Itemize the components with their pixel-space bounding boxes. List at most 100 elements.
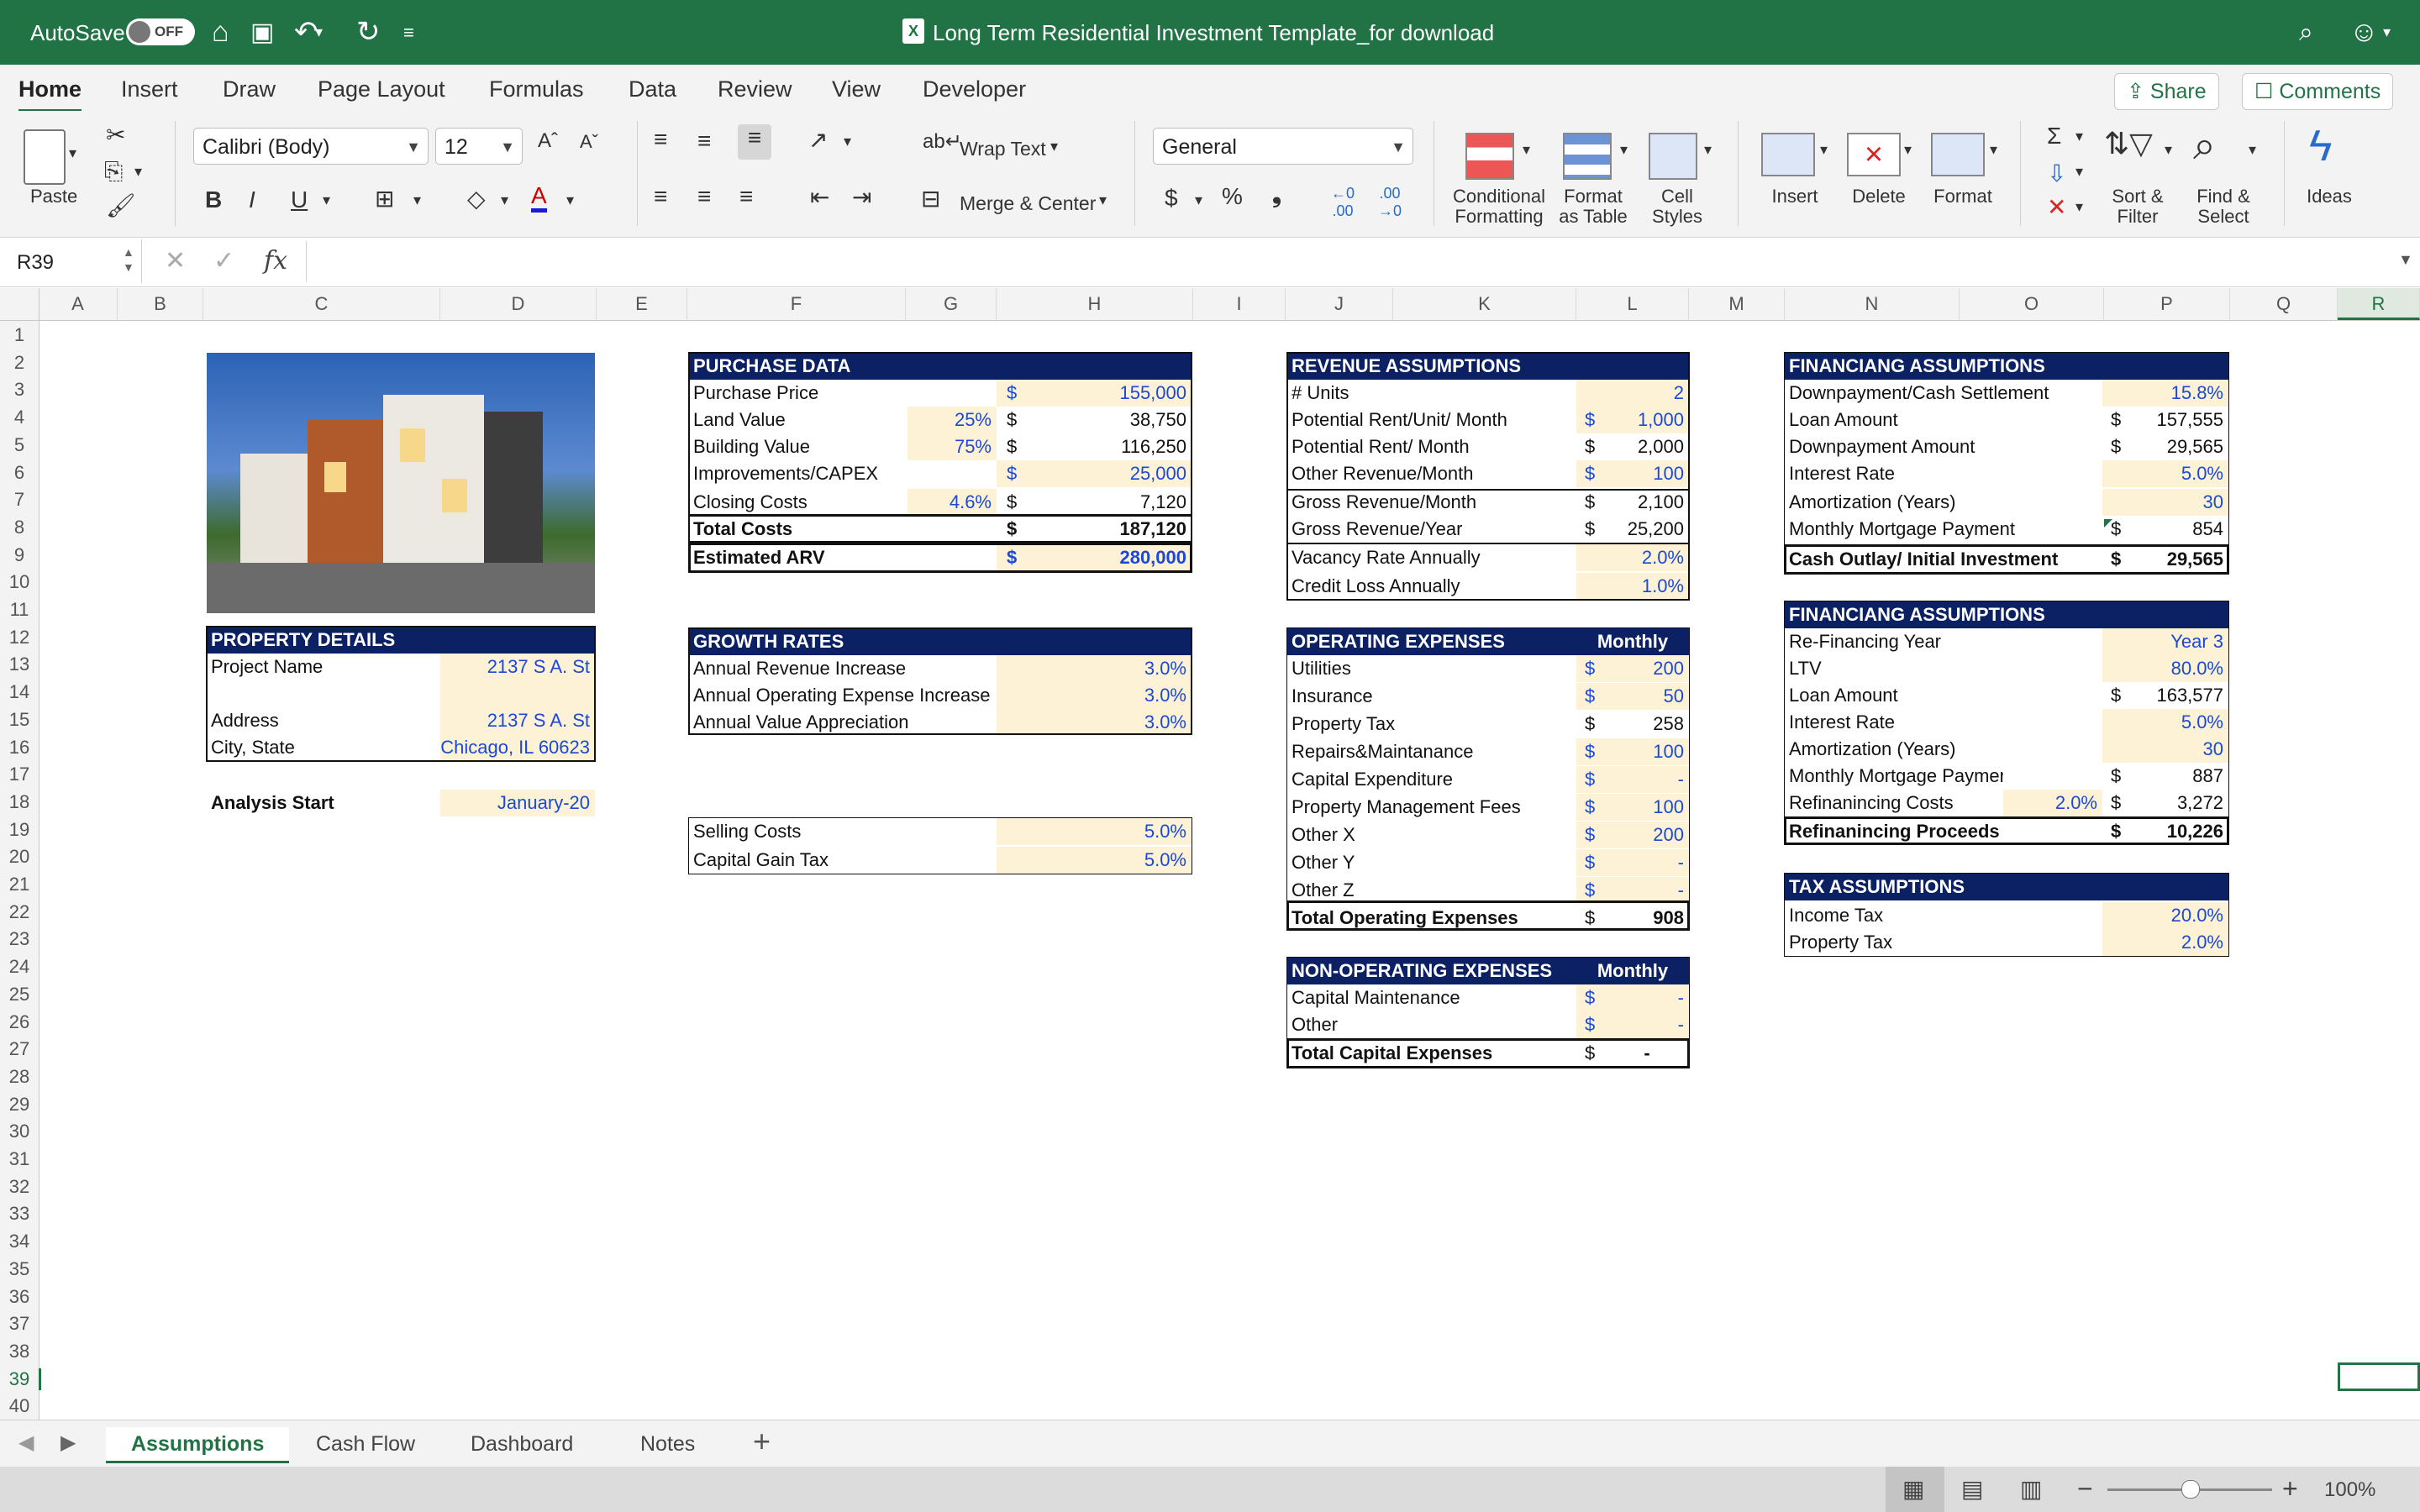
merge-center-label[interactable]: Merge & Center — [960, 193, 1096, 213]
row-header[interactable]: 8 — [0, 517, 39, 538]
selected-cell-r39[interactable] — [2338, 1362, 2420, 1391]
decrease-font-size-icon[interactable]: Aˇ — [580, 131, 598, 153]
column-header[interactable]: H — [997, 288, 1193, 320]
orientation-icon[interactable]: ↗ — [808, 126, 828, 154]
row-header[interactable]: 15 — [0, 709, 39, 731]
row-header[interactable]: 32 — [0, 1176, 39, 1198]
row-header[interactable]: 29 — [0, 1094, 39, 1116]
conditional-formatting-icon[interactable] — [1465, 133, 1514, 180]
format-painter-icon[interactable]: 🖌 — [106, 192, 136, 219]
tab-formulas[interactable]: Formulas — [489, 76, 584, 102]
select-all-corner[interactable] — [0, 288, 39, 320]
row-header[interactable]: 28 — [0, 1066, 39, 1088]
row-header[interactable]: 7 — [0, 489, 39, 511]
row-header[interactable]: 40 — [0, 1395, 39, 1417]
column-header[interactable]: F — [687, 288, 906, 320]
row-header[interactable]: 3 — [0, 379, 39, 401]
align-center-icon[interactable]: ≡ — [697, 183, 711, 210]
number-format-select[interactable]: General ▼ — [1153, 128, 1413, 165]
row-header[interactable]: 12 — [0, 627, 39, 648]
font-color-icon[interactable]: A — [531, 183, 547, 213]
row-header[interactable]: 37 — [0, 1313, 39, 1335]
find-select-dropdown-icon[interactable]: ▾ — [2249, 141, 2256, 159]
merge-center-dropdown-icon[interactable]: ▾ — [1099, 192, 1107, 209]
redo-icon[interactable]: ↻ — [356, 0, 381, 65]
tab-page-layout[interactable]: Page Layout — [318, 76, 445, 102]
wrap-text-icon[interactable]: ab↵ — [923, 129, 962, 154]
insert-cells-dropdown-icon[interactable]: ▾ — [1820, 141, 1828, 159]
orientation-dropdown-icon[interactable]: ▾ — [844, 133, 851, 150]
tab-insert[interactable]: Insert — [121, 76, 178, 102]
row-header[interactable]: 11 — [0, 599, 39, 621]
row-header[interactable]: 5 — [0, 434, 39, 456]
conditional-formatting-dropdown-icon[interactable]: ▾ — [1523, 141, 1530, 159]
paste-dropdown-icon[interactable]: ▾ — [69, 144, 76, 162]
decrease-decimal-icon[interactable]: .00 →0 — [1378, 185, 1402, 220]
zoom-slider-thumb[interactable] — [2181, 1480, 2200, 1499]
autosum-icon[interactable]: Σ — [2047, 123, 2061, 150]
undo-dropdown-icon[interactable]: ▾ — [315, 0, 323, 65]
row-header[interactable]: 19 — [0, 819, 39, 841]
align-right-icon[interactable]: ≡ — [739, 183, 753, 210]
sheet-tab-cash-flow[interactable]: Cash Flow — [291, 1427, 440, 1461]
tab-developer[interactable]: Developer — [923, 76, 1026, 102]
autosave-toggle[interactable]: OFF — [126, 18, 195, 45]
column-header[interactable]: P — [2104, 288, 2230, 320]
delete-cells-dropdown-icon[interactable]: ▾ — [1904, 141, 1912, 159]
font-name-select[interactable]: Calibri (Body) ▼ — [193, 128, 429, 165]
align-top-icon[interactable]: ≡ — [654, 126, 667, 153]
row-header[interactable]: 9 — [0, 544, 39, 566]
zoom-out-icon[interactable]: − — [2077, 1473, 2093, 1504]
row-header[interactable]: 4 — [0, 407, 39, 428]
comma-style-icon[interactable]: ❟ — [1272, 181, 1281, 209]
row-header[interactable]: 17 — [0, 764, 39, 785]
bold-icon[interactable]: B — [205, 186, 222, 213]
column-header[interactable]: N — [1785, 288, 1960, 320]
merge-center-icon[interactable]: ⊟ — [921, 185, 940, 213]
sheet-tab-dashboard[interactable]: Dashboard — [445, 1427, 598, 1461]
cut-icon[interactable]: ✂ — [106, 121, 125, 149]
column-header[interactable]: L — [1576, 288, 1689, 320]
ideas-label[interactable]: Ideas — [2299, 186, 2360, 207]
percent-style-icon[interactable]: % — [1222, 183, 1243, 210]
wrap-text-dropdown-icon[interactable]: ▾ — [1050, 138, 1058, 155]
formula-input[interactable] — [306, 241, 2391, 281]
zoom-in-icon[interactable]: + — [2282, 1473, 2298, 1504]
clear-dropdown-icon[interactable]: ▾ — [2075, 198, 2083, 216]
row-header[interactable]: 20 — [0, 846, 39, 868]
column-header[interactable]: I — [1193, 288, 1286, 320]
tab-data[interactable]: Data — [629, 76, 676, 102]
format-cells-dropdown-icon[interactable]: ▾ — [1990, 141, 1997, 159]
find-select-label[interactable]: Find & Select — [2190, 186, 2257, 227]
accounting-dropdown-icon[interactable]: ▾ — [1195, 192, 1202, 209]
column-header[interactable]: O — [1960, 288, 2104, 320]
format-cells-icon[interactable] — [1931, 133, 1985, 176]
increase-indent-icon[interactable]: ⇥ — [852, 183, 871, 211]
sort-filter-label[interactable]: Sort & Filter — [2104, 186, 2171, 227]
paste-icon[interactable] — [24, 129, 66, 185]
save-icon[interactable]: ▣ — [250, 0, 274, 65]
name-box-stepper-icon[interactable]: ▲ ▼ — [123, 244, 134, 275]
borders-dropdown-icon[interactable]: ▾ — [413, 192, 421, 209]
insert-function-icon[interactable]: fx — [264, 246, 287, 276]
underline-icon[interactable]: U — [291, 186, 308, 213]
tab-draw[interactable]: Draw — [223, 76, 276, 102]
delete-cells-label[interactable]: Delete — [1849, 186, 1909, 207]
row-header[interactable]: 22 — [0, 901, 39, 923]
expand-formula-bar-icon[interactable]: ▼ — [2398, 251, 2413, 269]
align-left-icon[interactable]: ≡ — [654, 183, 667, 210]
cell-styles-icon[interactable] — [1649, 133, 1697, 180]
row-header[interactable]: 36 — [0, 1286, 39, 1308]
fill-icon[interactable]: ⇩ — [2047, 160, 2066, 187]
scroll-tabs-right-icon[interactable]: ▶ — [60, 1431, 76, 1455]
analysis-start-cell[interactable]: January-20 — [440, 790, 595, 816]
smiley-feedback-icon[interactable]: ☺ — [2349, 0, 2379, 65]
row-header[interactable]: 13 — [0, 654, 39, 675]
copy-icon[interactable]: ⎘ — [104, 158, 123, 186]
row-header[interactable]: 6 — [0, 462, 39, 484]
find-select-icon[interactable]: ⌕ — [2193, 123, 2216, 170]
format-as-table-dropdown-icon[interactable]: ▾ — [1620, 141, 1628, 159]
insert-cells-label[interactable]: Insert — [1765, 186, 1825, 207]
tab-home[interactable]: Home — [18, 76, 82, 113]
tab-review[interactable]: Review — [718, 76, 792, 102]
